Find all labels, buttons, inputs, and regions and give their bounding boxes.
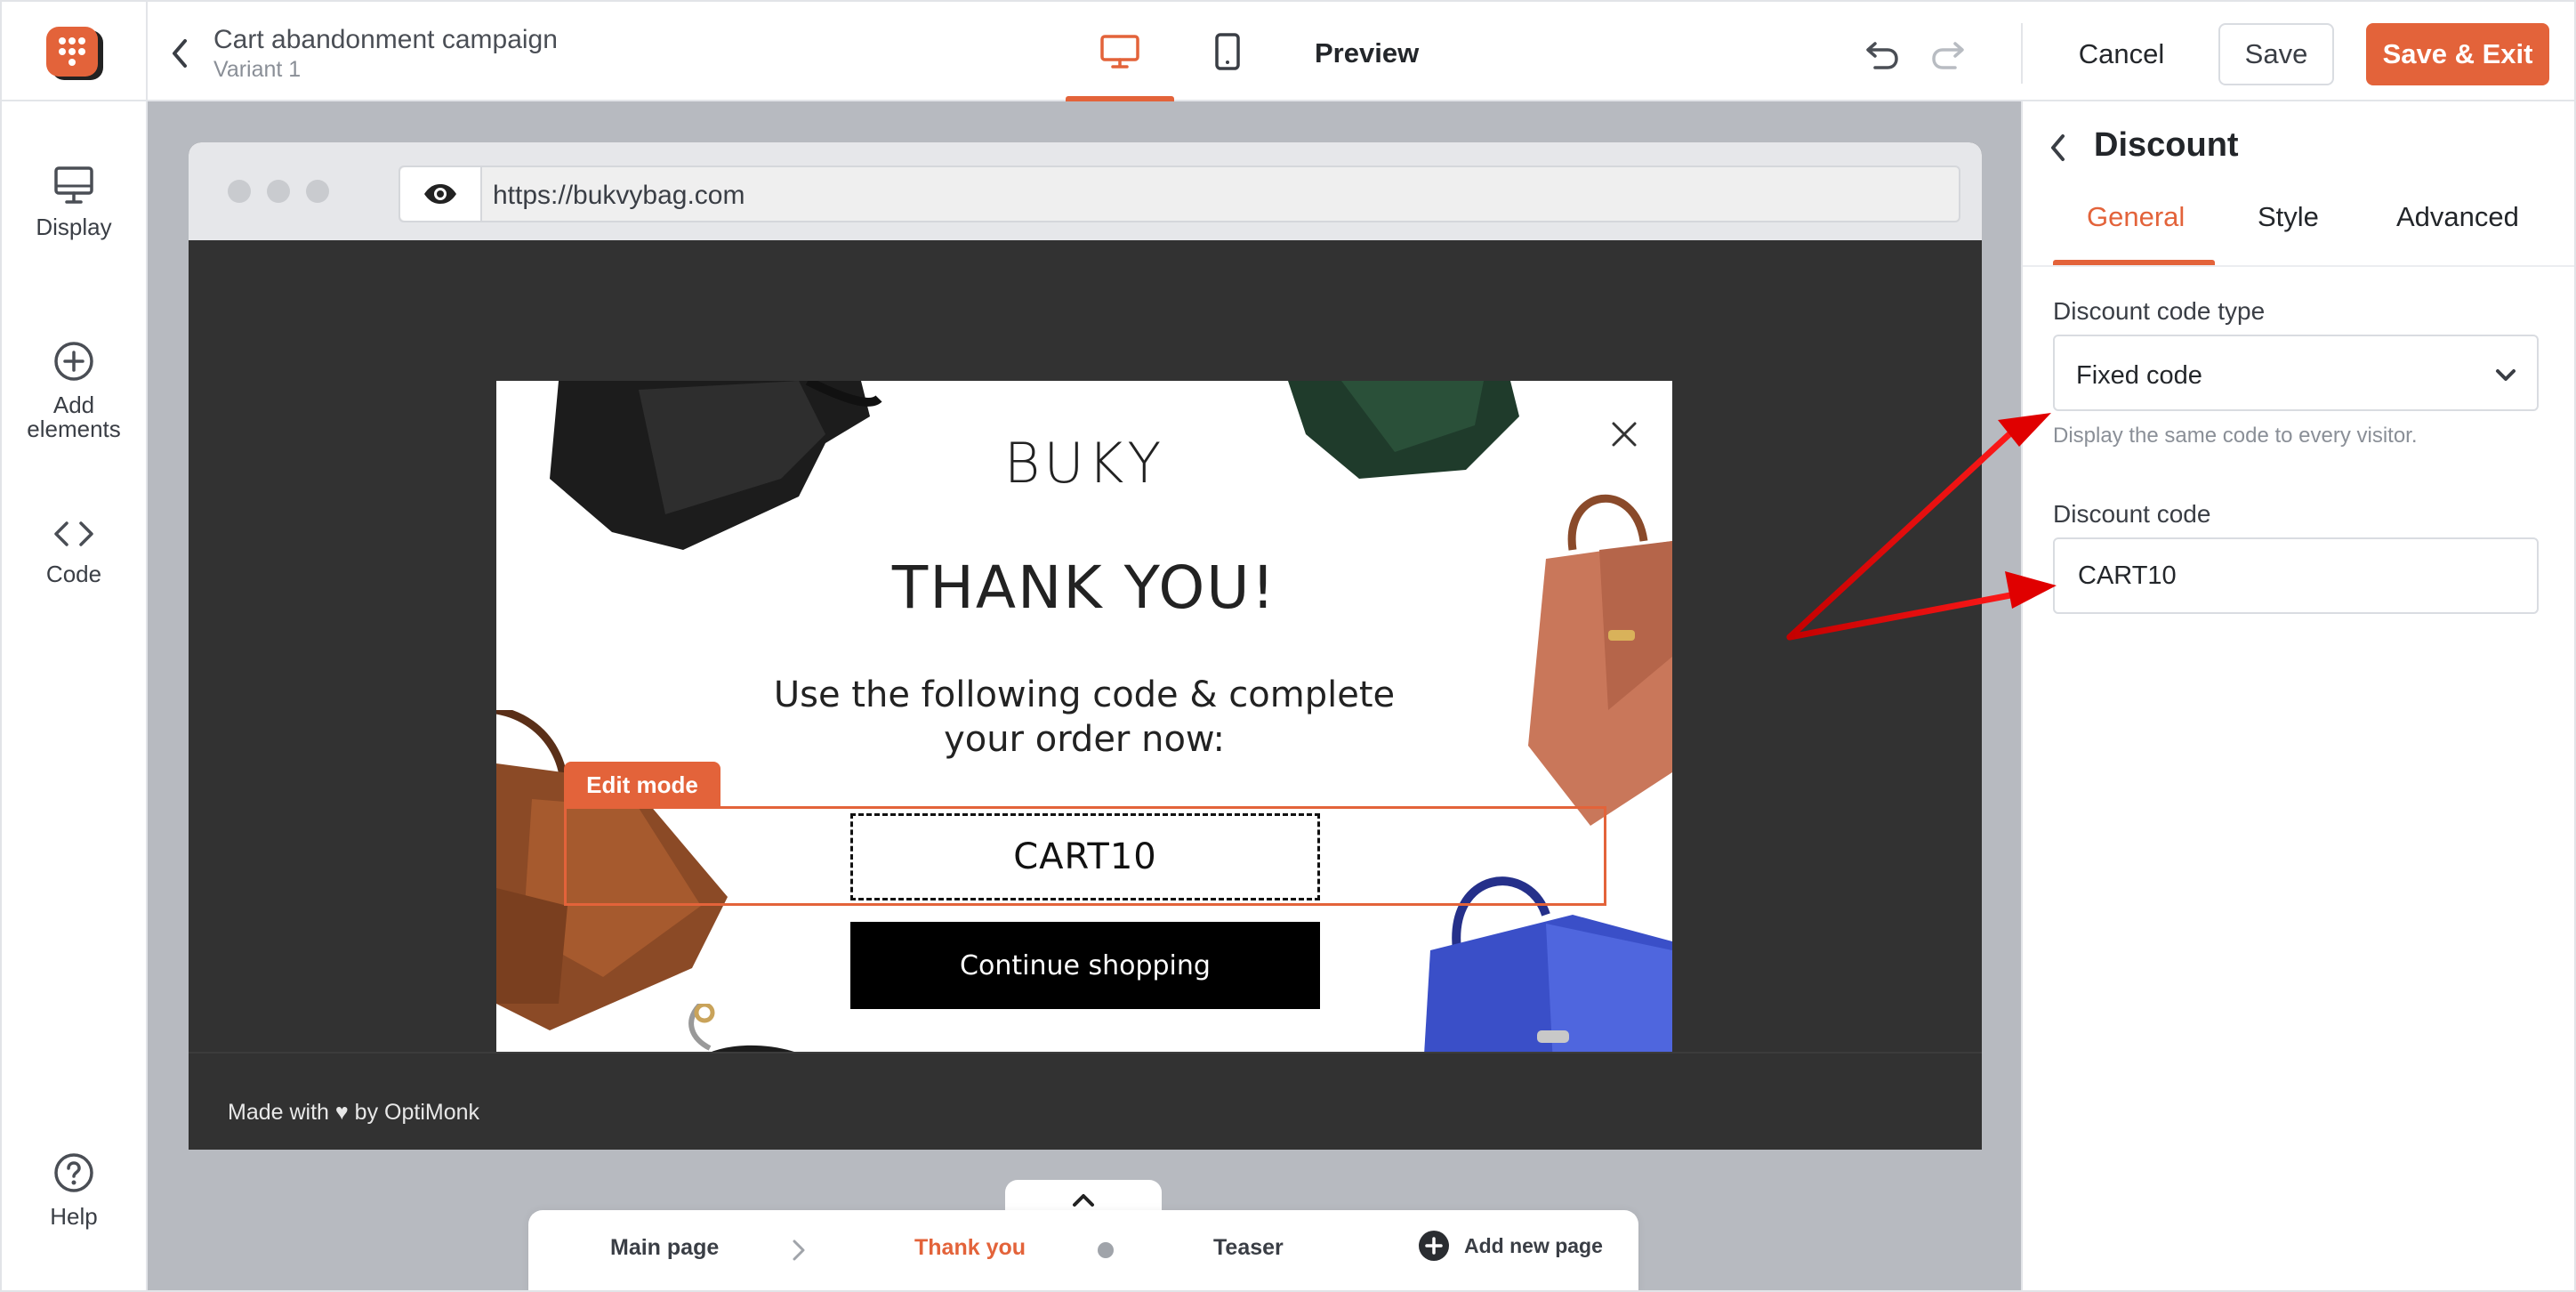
redo-icon xyxy=(1932,42,1964,69)
page-separator-dot xyxy=(1098,1242,1114,1258)
sidebar-item-help[interactable]: Help xyxy=(2,1151,146,1229)
select-value: Fixed code xyxy=(2076,361,2202,390)
code-brackets-icon xyxy=(54,521,93,546)
back-button[interactable] xyxy=(167,36,192,71)
preview-button[interactable]: Preview xyxy=(1315,37,1419,69)
page-tab-teaser[interactable]: Teaser xyxy=(1213,1235,1284,1261)
window-dot xyxy=(306,180,329,203)
optimonk-logo-icon[interactable] xyxy=(44,25,107,84)
panel-back-button[interactable] xyxy=(2041,128,2076,167)
left-sidebar: Display Add elements Code Help xyxy=(2,101,148,1290)
sidebar-item-label: Display xyxy=(36,214,112,240)
continue-shopping-button[interactable]: Continue shopping xyxy=(850,922,1320,1009)
discount-code-type-help: Display the same code to every visitor. xyxy=(2053,424,2418,448)
plus-circle-icon xyxy=(54,342,93,381)
tab-general[interactable]: General xyxy=(2087,201,2185,233)
mobile-view-toggle[interactable] xyxy=(1199,2,1256,101)
url-text: https://bukvybag.com xyxy=(493,181,745,210)
chevron-up-icon xyxy=(1073,1194,1094,1207)
browser-mockup: https://bukvybag.com BUKY THANK YOU! Use… xyxy=(189,142,1982,1150)
popup-headline[interactable]: THANK YOU! xyxy=(496,553,1672,622)
save-exit-button[interactable]: Save & Exit xyxy=(2366,23,2549,85)
desktop-view-toggle[interactable] xyxy=(1066,2,1174,101)
tab-advanced[interactable]: Advanced xyxy=(2396,201,2519,233)
popup-preview[interactable]: BUKY THANK YOU! Use the following code &… xyxy=(496,381,1672,1100)
tab-style[interactable]: Style xyxy=(2258,201,2319,233)
edit-mode-tag: Edit mode xyxy=(564,762,720,808)
discount-code-label: Discount code xyxy=(2053,500,2211,528)
discount-code-input[interactable] xyxy=(2053,537,2539,614)
pages-bar: Main page Thank you Teaser Add new page xyxy=(528,1210,1638,1290)
editor-canvas: https://bukvybag.com BUKY THANK YOU! Use… xyxy=(148,101,2021,1290)
add-new-page-label: Add new page xyxy=(1464,1233,1603,1257)
discount-code-type-select[interactable]: Fixed code xyxy=(2053,335,2539,411)
sidebar-item-display[interactable]: Display xyxy=(2,166,146,239)
variant-name: Variant 1 xyxy=(213,57,302,82)
app-window: Cart abandonment campaign Variant 1 Prev… xyxy=(0,0,2576,1292)
desktop-icon xyxy=(1100,35,1139,69)
topbar-divider xyxy=(2021,23,2023,84)
brand-logo-text: BUKY xyxy=(1003,431,1165,496)
chevron-down-icon xyxy=(2496,369,2516,381)
window-dot xyxy=(228,180,251,203)
monitor-icon xyxy=(54,166,93,204)
eye-icon[interactable] xyxy=(400,167,482,221)
cancel-button[interactable]: Cancel xyxy=(2057,23,2186,85)
browser-toolbar: https://bukvybag.com xyxy=(189,142,1982,240)
url-bar[interactable]: https://bukvybag.com xyxy=(398,166,1960,222)
question-circle-icon xyxy=(54,1153,93,1192)
discount-code-type-label: Discount code type xyxy=(2053,297,2266,325)
add-new-page-button[interactable]: Add new page xyxy=(1418,1230,1603,1262)
page-tab-thank-you[interactable]: Thank you xyxy=(914,1235,1026,1261)
panel-title: Discount xyxy=(2094,126,2239,164)
undo-button[interactable] xyxy=(1863,36,1902,75)
chevron-left-icon xyxy=(2051,134,2065,161)
discount-code-element[interactable]: CART10 xyxy=(850,813,1320,900)
popup-subheadline[interactable]: Use the following code & complete your o… xyxy=(737,673,1432,762)
settings-panel: Discount General Style Advanced Discount… xyxy=(2021,101,2574,1290)
tabs-divider xyxy=(2023,265,2574,267)
sidebar-item-label: Add elements xyxy=(27,392,121,442)
mobile-icon xyxy=(1215,33,1240,70)
chevron-left-icon xyxy=(173,39,187,68)
sidebar-item-label: Help xyxy=(50,1203,98,1230)
site-footer: Made with ♥ by OptiMonk xyxy=(189,1052,1982,1150)
top-bar: Cart abandonment campaign Variant 1 Prev… xyxy=(2,2,2574,101)
window-dot xyxy=(267,180,290,203)
page-tab-main[interactable]: Main page xyxy=(610,1235,719,1261)
topbar-divider xyxy=(146,2,148,101)
chevron-right-icon xyxy=(793,1240,805,1261)
made-with-credit: Made with ♥ by OptiMonk xyxy=(228,1100,480,1125)
redo-button[interactable] xyxy=(1928,36,1968,75)
tan-bag-image xyxy=(1528,494,1672,826)
plus-circle-filled-icon xyxy=(1419,1231,1449,1261)
sidebar-item-add-elements[interactable]: Add elements xyxy=(2,340,146,441)
save-button[interactable]: Save xyxy=(2218,23,2334,85)
sidebar-item-code[interactable]: Code xyxy=(2,516,146,586)
active-tab-indicator xyxy=(2053,260,2215,265)
campaign-title: Cart abandonment campaign xyxy=(213,25,558,54)
sidebar-item-label: Code xyxy=(45,561,102,587)
undo-icon xyxy=(1866,42,1898,69)
